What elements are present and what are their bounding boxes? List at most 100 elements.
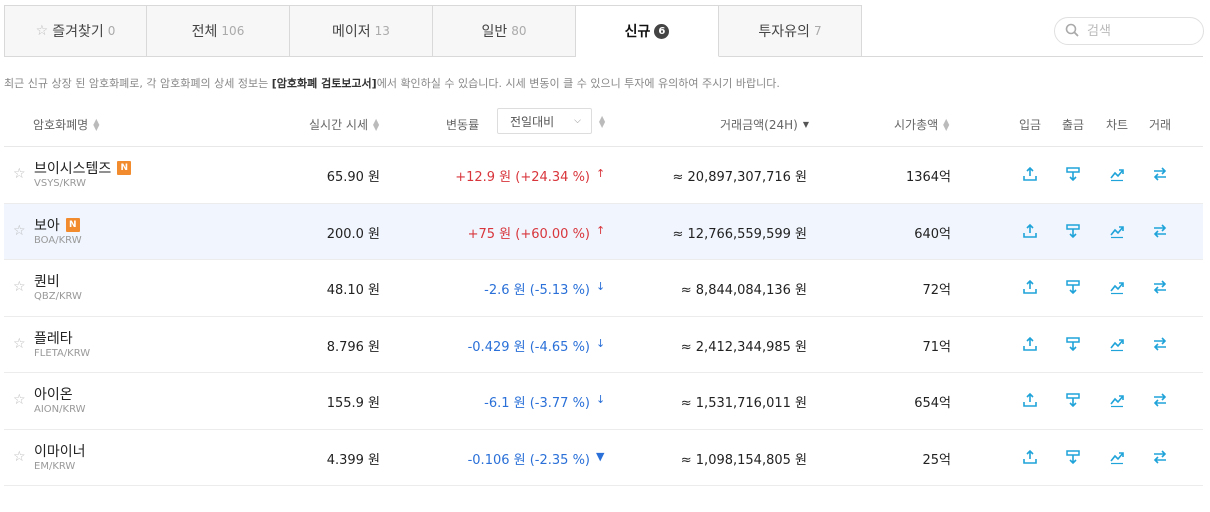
table-row[interactable]: ☆ 이마이너 EM/KRW 4.399 원 -0.106 원 (-2.35 %) ▼ ≈ 1… — [4, 430, 1203, 486]
coin-price: 4.399 원 — [326, 452, 380, 468]
star-icon[interactable]: ☆ — [13, 449, 26, 465]
tab-label: 전체 — [191, 24, 218, 40]
tab-count: 6 — [654, 23, 670, 39]
deposit-icon[interactable] — [1022, 279, 1038, 295]
coin-volume: ≈ 12,766,559,599 원 — [672, 226, 808, 242]
coin-change: -0.429 원 (-4.65 %) — [467, 339, 590, 355]
tab-general[interactable]: 일반 80 — [433, 5, 576, 57]
star-icon[interactable]: ☆ — [13, 223, 26, 239]
tab-all[interactable]: 전체 106 — [147, 5, 290, 57]
tab-label: 신규 — [624, 24, 651, 40]
table-row[interactable]: ☆ 브이시스템즈 N VSYS/KRW 65.90 원 +12.9 원 (+24.34 %… — [4, 147, 1203, 204]
search-box[interactable] — [1054, 17, 1204, 45]
trade-icon[interactable] — [1152, 223, 1168, 239]
star-icon[interactable]: ☆ — [13, 336, 26, 352]
coin-name[interactable]: 보아 N — [34, 215, 80, 235]
chart-icon[interactable] — [1109, 336, 1125, 352]
coin-name[interactable]: 퀀비 — [34, 271, 60, 291]
deposit-icon[interactable] — [1022, 392, 1038, 408]
change-basis-select[interactable]: 전일대비 ⌵ — [497, 108, 592, 134]
review-report-link[interactable]: [암호화폐 검토보고서] — [272, 77, 377, 90]
notice-prefix: 최근 신규 상장 된 암호화폐로, 각 암호화폐의 상세 정보는 — [4, 77, 272, 90]
table-row[interactable]: ☆ 퀀비 QBZ/KRW 48.10 원 -2.6 원 (-5.13 %) ↓ ≈ 8,84… — [4, 260, 1203, 317]
header-price[interactable]: 실시간 시세 ▲ ▼ — [309, 116, 379, 133]
chart-icon[interactable] — [1109, 166, 1125, 182]
coin-name-label: 이마이너 — [34, 443, 86, 460]
star-icon[interactable]: ☆ — [13, 392, 26, 408]
tab-favorites[interactable]: ☆ 즐겨찾기 0 — [4, 5, 147, 57]
tab-new[interactable]: 신규 6 — [576, 5, 719, 57]
table-row[interactable]: ☆ 플레타 FLETA/KRW 8.796 원 -0.429 원 (-4.65 %) ↓ ≈… — [4, 317, 1203, 373]
tab-label: 즐겨찾기 — [52, 24, 104, 40]
deposit-icon[interactable] — [1022, 166, 1038, 182]
tab-major[interactable]: 메이저 13 — [290, 5, 433, 57]
coin-pair: VSYS/KRW — [34, 178, 87, 189]
trade-icon[interactable] — [1152, 392, 1168, 408]
coin-name[interactable]: 플레타 — [34, 328, 73, 348]
chart-icon[interactable] — [1109, 279, 1125, 295]
header-volume-label: 거래금액(24H) — [720, 118, 798, 132]
coin-name[interactable]: 이마이너 — [34, 441, 86, 461]
deposit-icon[interactable] — [1022, 336, 1038, 352]
sort-desc-icon: ▼ — [802, 119, 809, 129]
coin-name-label: 퀀비 — [34, 274, 60, 290]
header-withdraw: 출금 — [1062, 118, 1085, 132]
tab-count: 7 — [813, 24, 822, 38]
coin-price: 8.796 원 — [326, 339, 380, 355]
withdraw-icon[interactable] — [1065, 166, 1081, 182]
header-volume[interactable]: 거래금액(24H) ▼ — [720, 116, 809, 133]
coin-change: -2.6 원 (-5.13 %) — [484, 283, 590, 298]
change-basis-value: 전일대비 — [510, 114, 555, 129]
search-input[interactable] — [1087, 23, 1187, 39]
coin-name[interactable]: 아이온 — [34, 384, 73, 404]
coin-market-cap: 1364억 — [905, 170, 951, 185]
coin-name-label: 보아 — [34, 217, 60, 234]
table-row[interactable]: ☆ 보아 N BOA/KRW 200.0 원 +75 원 (+60.00 %) ↑ ≈ 12,… — [4, 203, 1203, 260]
trade-icon[interactable] — [1152, 449, 1168, 465]
trade-icon[interactable] — [1152, 336, 1168, 352]
chevron-down-icon: ⌵ — [574, 116, 581, 126]
chart-icon[interactable] — [1109, 449, 1125, 465]
coin-list: ☆ 브이시스템즈 N VSYS/KRW 65.90 원 +12.9 원 (+24.34 %… — [4, 147, 1203, 486]
chart-icon[interactable] — [1109, 223, 1125, 239]
arrow-up-icon: ↑ — [596, 167, 606, 180]
coin-pair: QBZ/KRW — [34, 291, 82, 302]
star-icon[interactable]: ☆ — [13, 166, 26, 182]
star-icon: ☆ — [35, 23, 49, 39]
deposit-icon[interactable] — [1022, 449, 1038, 465]
header-cap-label: 시가총액 — [894, 118, 939, 132]
header-chart: 차트 — [1106, 118, 1129, 132]
withdraw-icon[interactable] — [1065, 392, 1081, 408]
notice-text: 최근 신규 상장 된 암호화폐로, 각 암호화폐의 상세 정보는 [암호화폐 검… — [4, 75, 780, 91]
tab-label: 일반 — [481, 24, 508, 40]
coin-market-cap: 640억 — [914, 226, 951, 242]
withdraw-icon[interactable] — [1065, 279, 1081, 295]
header-change-sort[interactable]: ▲ ▼ — [594, 115, 605, 129]
tab-count: 80 — [511, 24, 527, 38]
table-row[interactable]: ☆ 아이온 AION/KRW 155.9 원 -6.1 원 (-3.77 %) ↓ ≈ 1,… — [4, 373, 1203, 430]
coin-price: 200.0 원 — [326, 226, 380, 242]
notice-suffix: 에서 확인하실 수 있습니다. 시세 변동이 클 수 있으니 투자에 유의하여 … — [376, 77, 780, 90]
sort-icon: ▲ ▼ — [373, 116, 380, 132]
trade-icon[interactable] — [1152, 166, 1168, 182]
header-cap[interactable]: 시가총액 ▲ ▼ — [894, 116, 949, 133]
header-change: 변동률 — [446, 116, 479, 133]
withdraw-icon[interactable] — [1065, 336, 1081, 352]
chart-icon[interactable] — [1109, 392, 1125, 408]
coin-market-cap: 72억 — [922, 283, 951, 298]
coin-name-label: 브이시스템즈 — [34, 161, 112, 177]
arrow-down-icon: ↓ — [596, 280, 606, 293]
header-name[interactable]: 암호화폐명 ▲ ▼ — [33, 116, 99, 133]
withdraw-icon[interactable] — [1065, 223, 1081, 239]
tab-caution[interactable]: 투자유의 7 — [719, 5, 862, 57]
header-price-label: 실시간 시세 — [309, 118, 369, 132]
coin-volume: ≈ 1,098,154,805 원 — [680, 452, 807, 468]
deposit-icon[interactable] — [1022, 223, 1038, 239]
star-icon[interactable]: ☆ — [13, 279, 26, 295]
trade-icon[interactable] — [1152, 279, 1168, 295]
coin-price: 48.10 원 — [326, 283, 380, 298]
withdraw-icon[interactable] — [1065, 449, 1081, 465]
tab-divider — [4, 56, 572, 57]
tab-label: 투자유의 — [758, 24, 810, 40]
coin-name[interactable]: 브이시스템즈 N — [34, 158, 132, 178]
